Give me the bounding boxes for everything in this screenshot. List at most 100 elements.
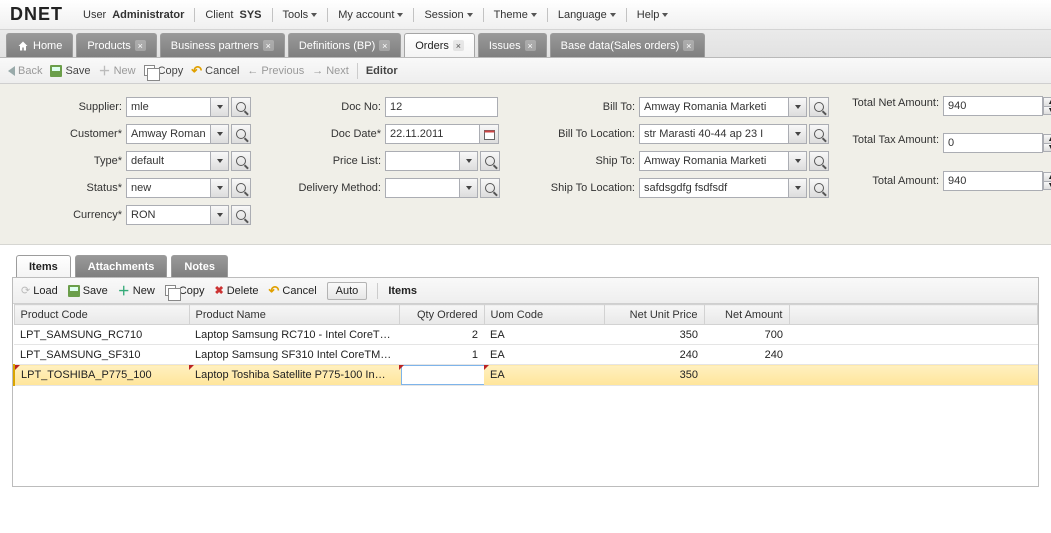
items-copy-button[interactable]: Copy (165, 285, 205, 297)
dropdown-button[interactable] (789, 151, 807, 171)
cell-qty-editing[interactable]: ▲▼ (399, 365, 484, 386)
close-icon[interactable]: × (683, 40, 694, 51)
search-button[interactable] (809, 178, 829, 198)
cell-uom[interactable]: EA (484, 345, 604, 365)
new-button[interactable]: ＋New (99, 65, 136, 77)
type-input[interactable] (126, 151, 211, 171)
cell-amount[interactable]: 240 (704, 345, 789, 365)
table-row-selected[interactable]: LPT_TOSHIBA_P775_100 Laptop Toshiba Sate… (14, 365, 1038, 386)
previous-button[interactable]: ←Previous (247, 65, 304, 77)
search-button[interactable] (231, 205, 251, 225)
cell-uom[interactable]: EA (484, 365, 604, 386)
col-product-code[interactable]: Product Code (14, 305, 189, 325)
delivery-input[interactable] (385, 178, 460, 198)
items-save-button[interactable]: Save (68, 285, 108, 297)
totalnet-input[interactable] (943, 96, 1043, 116)
spin-down-icon[interactable]: ▼ (1043, 143, 1051, 152)
search-button[interactable] (809, 97, 829, 117)
tab-definitions-bp[interactable]: Definitions (BP)× (288, 33, 401, 57)
menu-theme[interactable]: Theme (494, 9, 537, 21)
close-icon[interactable]: × (135, 40, 146, 51)
menu-help[interactable]: Help (637, 9, 669, 21)
totaltax-input[interactable] (943, 133, 1043, 153)
customer-input[interactable] (126, 124, 211, 144)
col-net-amount[interactable]: Net Amount (704, 305, 789, 325)
spinner[interactable]: ▲▼ (1043, 134, 1051, 152)
dropdown-button[interactable] (460, 178, 478, 198)
search-button[interactable] (480, 178, 500, 198)
items-delete-button[interactable]: ✖Delete (215, 284, 259, 297)
docdate-input[interactable] (385, 124, 480, 144)
col-net-unit-price[interactable]: Net Unit Price (604, 305, 704, 325)
close-icon[interactable]: × (379, 40, 390, 51)
dropdown-button[interactable] (211, 178, 229, 198)
client-value[interactable]: SYS (239, 9, 261, 21)
cell-price[interactable]: 350 (604, 325, 704, 345)
qty-input[interactable] (401, 365, 484, 385)
billtoloc-input[interactable] (639, 124, 789, 144)
spin-up-icon[interactable]: ▲ (1043, 172, 1051, 181)
copy-button[interactable]: Copy (144, 65, 184, 77)
search-button[interactable] (809, 124, 829, 144)
col-qty-ordered[interactable]: Qty Ordered (399, 305, 484, 325)
spinner[interactable]: ▲▼ (1043, 172, 1051, 190)
cell-price[interactable]: 350 (604, 365, 704, 386)
tab-orders[interactable]: Orders× (404, 33, 475, 57)
cell-amount[interactable]: 700 (704, 325, 789, 345)
search-button[interactable] (231, 124, 251, 144)
table-row[interactable]: LPT_SAMSUNG_SF310 Laptop Samsung SF310 I… (14, 345, 1038, 365)
table-row[interactable]: LPT_SAMSUNG_RC710 Laptop Samsung RC710 -… (14, 325, 1038, 345)
tab-business-partners[interactable]: Business partners× (160, 33, 285, 57)
search-button[interactable] (231, 151, 251, 171)
spin-down-icon[interactable]: ▼ (1043, 181, 1051, 190)
calendar-button[interactable] (479, 124, 499, 144)
tab-items[interactable]: Items (16, 255, 71, 277)
shipto-input[interactable] (639, 151, 789, 171)
spin-up-icon[interactable]: ▲ (1043, 97, 1051, 106)
tab-base-data-sales-orders[interactable]: Base data(Sales orders)× (550, 33, 706, 57)
dropdown-button[interactable] (211, 151, 229, 171)
dropdown-button[interactable] (211, 97, 229, 117)
menu-session[interactable]: Session (424, 9, 472, 21)
dropdown-button[interactable] (211, 124, 229, 144)
close-icon[interactable]: × (453, 40, 464, 51)
shiptoloc-input[interactable] (639, 178, 789, 198)
supplier-input[interactable] (126, 97, 211, 117)
cell-qty[interactable]: 1 (399, 345, 484, 365)
col-product-name[interactable]: Product Name (189, 305, 399, 325)
docno-input[interactable] (385, 97, 498, 117)
cell-code[interactable]: LPT_SAMSUNG_SF310 (14, 345, 189, 365)
items-cancel-button[interactable]: ↶Cancel (269, 283, 317, 299)
items-new-button[interactable]: ＋New (118, 285, 155, 297)
cell-name[interactable]: Laptop Samsung SF310 Intel CoreTM… (189, 345, 399, 365)
menu-my-account[interactable]: My account (338, 9, 403, 21)
cancel-button[interactable]: ↶Cancel (191, 63, 239, 79)
auto-button[interactable]: Auto (327, 282, 368, 300)
spin-down-icon[interactable]: ▼ (1043, 106, 1051, 115)
currency-input[interactable] (126, 205, 211, 225)
tab-attachments[interactable]: Attachments (75, 255, 168, 277)
load-button[interactable]: ⟳Load (21, 284, 58, 297)
back-button[interactable]: Back (8, 65, 42, 77)
spin-up-icon[interactable]: ▲ (1043, 134, 1051, 143)
cell-amount[interactable] (704, 365, 789, 386)
tab-products[interactable]: Products× (76, 33, 156, 57)
search-button[interactable] (480, 151, 500, 171)
dropdown-button[interactable] (789, 124, 807, 144)
close-icon[interactable]: × (263, 40, 274, 51)
spinner[interactable]: ▲▼ (1043, 97, 1051, 115)
dropdown-button[interactable] (789, 97, 807, 117)
dropdown-button[interactable] (460, 151, 478, 171)
status-input[interactable] (126, 178, 211, 198)
totalamt-input[interactable] (943, 171, 1043, 191)
next-button[interactable]: →Next (312, 65, 349, 77)
search-button[interactable] (231, 178, 251, 198)
tab-issues[interactable]: Issues× (478, 33, 547, 57)
tab-notes[interactable]: Notes (171, 255, 228, 277)
cell-uom[interactable]: EA (484, 325, 604, 345)
close-icon[interactable]: × (525, 40, 536, 51)
cell-price[interactable]: 240 (604, 345, 704, 365)
dropdown-button[interactable] (789, 178, 807, 198)
dropdown-button[interactable] (211, 205, 229, 225)
cell-name[interactable]: Laptop Toshiba Satellite P775-100 In… (189, 365, 399, 386)
